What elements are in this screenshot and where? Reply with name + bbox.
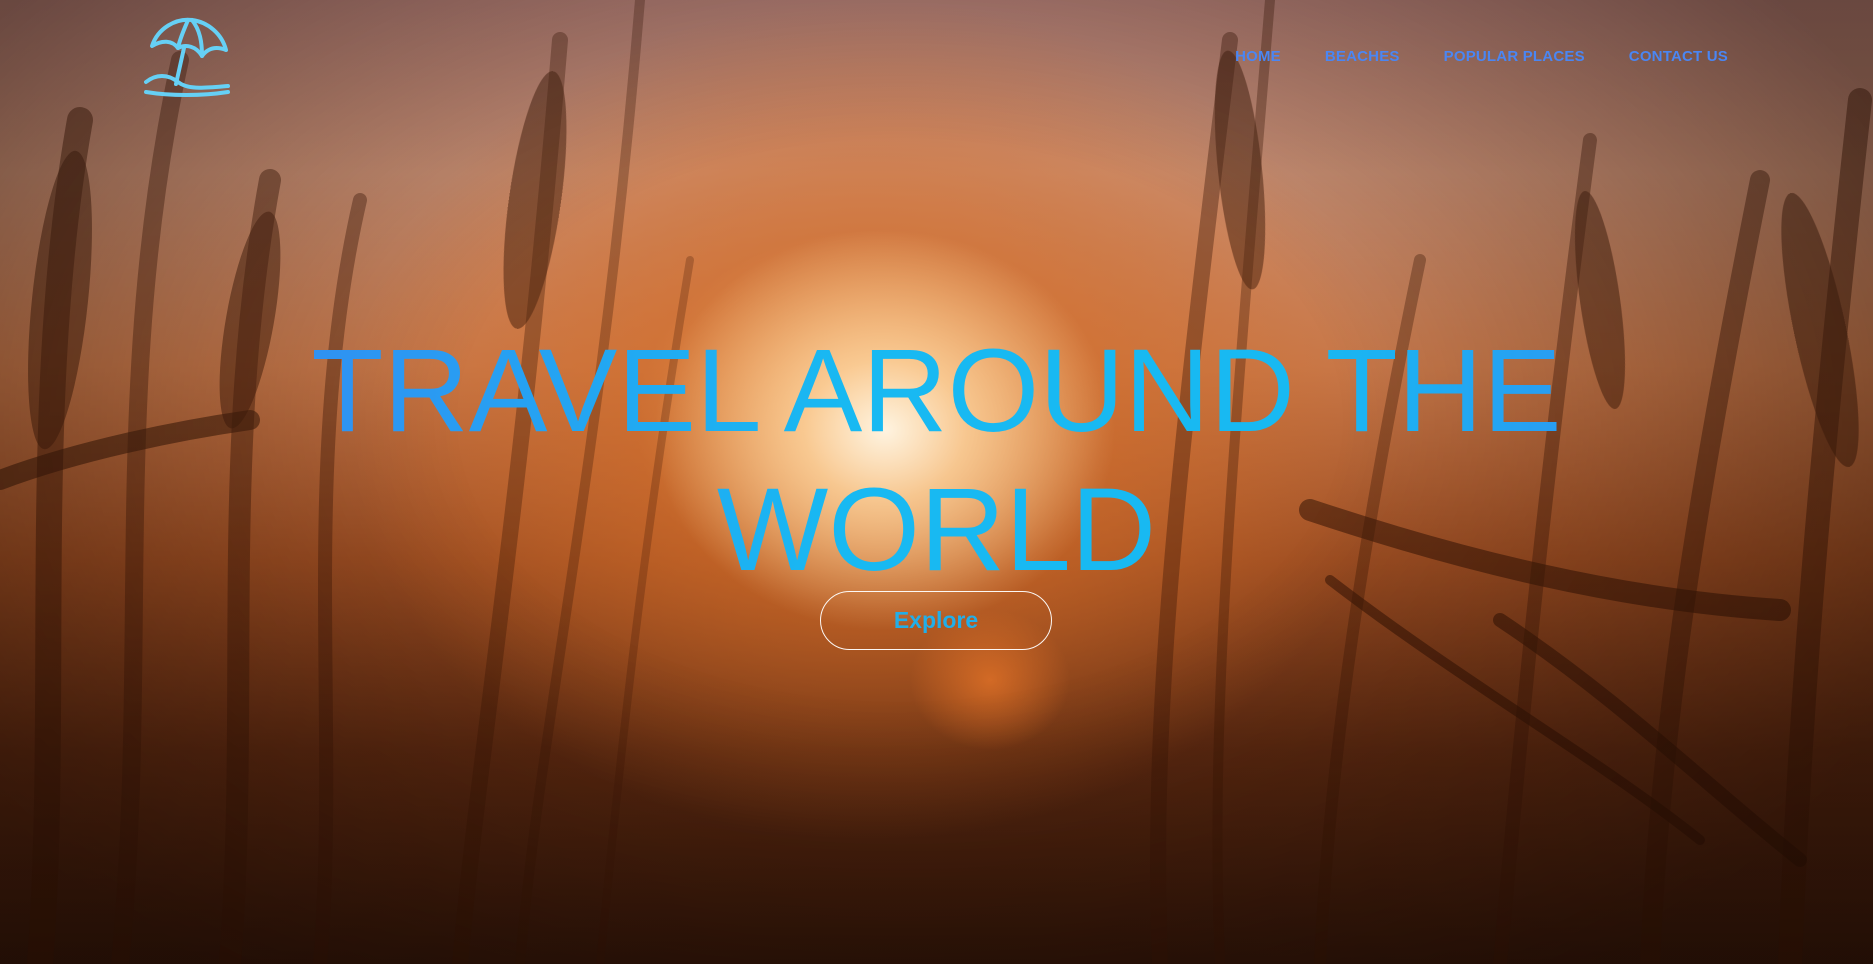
explore-button[interactable]: Explore [820, 591, 1052, 650]
nav-link-popular-places[interactable]: Popular Places [1444, 48, 1585, 66]
beach-umbrella-icon[interactable] [144, 16, 230, 100]
hero-headline: Travel around the world [0, 322, 1873, 600]
hero-headline-line-2: world [716, 464, 1157, 596]
hero-section: Home Beaches Popular Places Contact Us T… [0, 0, 1873, 964]
nav-link-beaches[interactable]: Beaches [1325, 48, 1400, 66]
nav-link-contact-us[interactable]: Contact Us [1629, 48, 1728, 66]
hero-headline-line-1: Travel around the [311, 325, 1562, 457]
main-nav: Home Beaches Popular Places Contact Us [1235, 48, 1728, 66]
nav-link-home[interactable]: Home [1235, 48, 1281, 66]
